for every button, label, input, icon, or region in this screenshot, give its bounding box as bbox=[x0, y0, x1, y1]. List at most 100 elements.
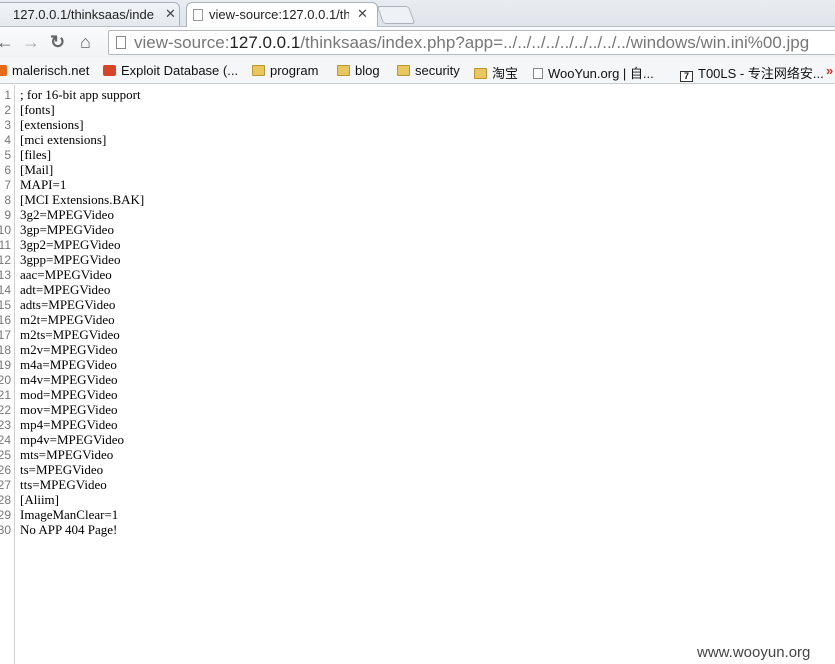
more-bookmarks-icon[interactable]: » bbox=[826, 63, 833, 78]
tab-thinksaas[interactable]: 127.0.0.1/thinksaas/inde ✕ bbox=[0, 2, 180, 27]
line-text: 3g2=MPEGVideo bbox=[20, 207, 114, 222]
source-line: 8 [MCI Extensions.BAK] bbox=[0, 192, 835, 207]
line-number: 25 bbox=[0, 448, 11, 462]
back-arrow-icon[interactable]: ← bbox=[0, 32, 14, 53]
bookmark-label: WooYun.org | 自... bbox=[548, 66, 654, 81]
bookmarks-bar: malerisch.net Exploit Database (... prog… bbox=[0, 58, 835, 84]
line-number: 16 bbox=[0, 313, 11, 327]
line-text: MAPI=1 bbox=[20, 177, 67, 192]
line-text: adt=MPEGVideo bbox=[20, 282, 111, 297]
line-text: [extensions] bbox=[20, 117, 84, 132]
source-line: 22 mov=MPEGVideo bbox=[0, 402, 835, 417]
source-line: 25 mts=MPEGVideo bbox=[0, 447, 835, 462]
source-line: 6 [Mail] bbox=[0, 162, 835, 177]
source-line: 24 mp4v=MPEGVideo bbox=[0, 432, 835, 447]
close-tab-icon[interactable]: ✕ bbox=[165, 6, 176, 22]
source-line: 19 m4a=MPEGVideo bbox=[0, 357, 835, 372]
line-number: 20 bbox=[0, 373, 11, 387]
line-number: 9 bbox=[4, 208, 11, 222]
home-icon[interactable]: ⌂ bbox=[80, 32, 91, 53]
source-line: 5 [files] bbox=[0, 147, 835, 162]
bookmark-label: 淘宝 bbox=[492, 66, 519, 81]
line-text: [Mail] bbox=[20, 162, 54, 177]
new-tab-button[interactable] bbox=[376, 6, 416, 24]
close-tab-icon[interactable]: ✕ bbox=[357, 6, 368, 22]
line-text: m2v=MPEGVideo bbox=[20, 342, 118, 357]
forward-arrow-icon[interactable]: → bbox=[22, 32, 40, 53]
line-number: 30 bbox=[0, 523, 11, 537]
line-text: 3gp=MPEGVideo bbox=[20, 222, 114, 237]
bookmark-label: T00LS - 专注网络安... bbox=[698, 66, 824, 81]
bookmark-folder-security[interactable]: security bbox=[397, 63, 460, 78]
line-number: 27 bbox=[0, 478, 11, 492]
source-line: 1 ; for 16-bit app support bbox=[0, 87, 835, 102]
line-text: ts=MPEGVideo bbox=[20, 462, 104, 477]
address-bar[interactable]: view-source:127.0.0.1/thinksaas/index.ph… bbox=[108, 30, 835, 55]
line-text: mov=MPEGVideo bbox=[20, 402, 118, 417]
line-text: [Aliim] bbox=[20, 492, 59, 507]
page-favicon-icon bbox=[193, 9, 203, 21]
page-icon bbox=[116, 36, 126, 49]
bookmark-folder-blog[interactable]: blog bbox=[337, 63, 380, 78]
bookmark-t00ls[interactable]: 7 T00LS - 专注网络安... bbox=[680, 63, 824, 82]
line-text: [mci extensions] bbox=[20, 132, 107, 147]
bookmark-folder-program[interactable]: program bbox=[252, 63, 318, 78]
line-text: [fonts] bbox=[20, 102, 55, 117]
source-line: 11 3gp2=MPEGVideo bbox=[0, 237, 835, 252]
line-number: 6 bbox=[4, 163, 11, 177]
address-url[interactable]: view-source:127.0.0.1/thinksaas/index.ph… bbox=[134, 33, 809, 53]
source-line: 29 ImageManClear=1 bbox=[0, 507, 835, 522]
line-number: 3 bbox=[4, 118, 11, 132]
source-line: 3 [extensions] bbox=[0, 117, 835, 132]
line-number: 2 bbox=[4, 103, 11, 117]
toolbar: ← → ↻ ⌂ view-source:127.0.0.1/thinksaas/… bbox=[0, 27, 835, 58]
source-view: 1 ; for 16-bit app support 2 [fonts] 3 [exten… bbox=[0, 85, 835, 664]
line-text: mts=MPEGVideo bbox=[20, 447, 114, 462]
folder-icon bbox=[337, 65, 350, 76]
source-line: 26 ts=MPEGVideo bbox=[0, 462, 835, 477]
line-number: 12 bbox=[0, 253, 11, 267]
line-text: mp4v=MPEGVideo bbox=[20, 432, 125, 447]
source-line: 21 mod=MPEGVideo bbox=[0, 387, 835, 402]
tab-view-source[interactable]: view-source:127.0.0.1/th ✕ bbox=[186, 2, 378, 27]
url-path: /thinksaas/index.php?app=../../../../../… bbox=[300, 33, 810, 52]
line-text: 3gpp=MPEGVideo bbox=[20, 252, 121, 267]
source-line: 13 aac=MPEGVideo bbox=[0, 267, 835, 282]
line-number: 10 bbox=[0, 223, 11, 237]
line-number: 23 bbox=[0, 418, 11, 432]
line-number: 22 bbox=[0, 403, 11, 417]
bookmark-folder-taobao[interactable]: 淘宝 bbox=[474, 63, 518, 82]
line-number: 17 bbox=[0, 328, 11, 342]
line-number: 13 bbox=[0, 268, 11, 282]
watermark: www.wooyun.org bbox=[697, 644, 811, 661]
line-text: m2ts=MPEGVideo bbox=[20, 327, 120, 342]
page-icon bbox=[533, 68, 543, 79]
line-number: 11 bbox=[0, 238, 11, 252]
source-line: 15 adts=MPEGVideo bbox=[0, 297, 835, 312]
reload-icon[interactable]: ↻ bbox=[50, 32, 65, 53]
bookmark-wooyun[interactable]: WooYun.org | 自... bbox=[533, 63, 654, 82]
source-line: 16 m2t=MPEGVideo bbox=[0, 312, 835, 327]
line-number: 7 bbox=[4, 178, 11, 192]
bookmark-malerisch[interactable]: malerisch.net bbox=[0, 63, 89, 78]
line-number: 28 bbox=[0, 493, 11, 507]
url-prefix: view-source: bbox=[134, 33, 230, 52]
line-number: 15 bbox=[0, 298, 11, 312]
line-number: 8 bbox=[4, 193, 11, 207]
folder-icon bbox=[474, 68, 487, 79]
bookmark-label: security bbox=[415, 63, 460, 78]
line-text: aac=MPEGVideo bbox=[20, 267, 112, 282]
bookmark-exploit-db[interactable]: Exploit Database (... bbox=[103, 63, 238, 78]
line-number: 14 bbox=[0, 283, 11, 297]
line-text: adts=MPEGVideo bbox=[20, 297, 116, 312]
source-line: 12 3gpp=MPEGVideo bbox=[0, 252, 835, 267]
line-text: mp4=MPEGVideo bbox=[20, 417, 118, 432]
tab-strip: 127.0.0.1/thinksaas/inde ✕ view-source:1… bbox=[0, 0, 835, 27]
line-number: 1 bbox=[4, 88, 11, 102]
line-number: 19 bbox=[0, 358, 11, 372]
bookmark-label: malerisch.net bbox=[12, 63, 90, 78]
source-line: 2 [fonts] bbox=[0, 102, 835, 117]
source-line: 9 3g2=MPEGVideo bbox=[0, 207, 835, 222]
source-line: 20 m4v=MPEGVideo bbox=[0, 372, 835, 387]
line-number: 26 bbox=[0, 463, 11, 477]
